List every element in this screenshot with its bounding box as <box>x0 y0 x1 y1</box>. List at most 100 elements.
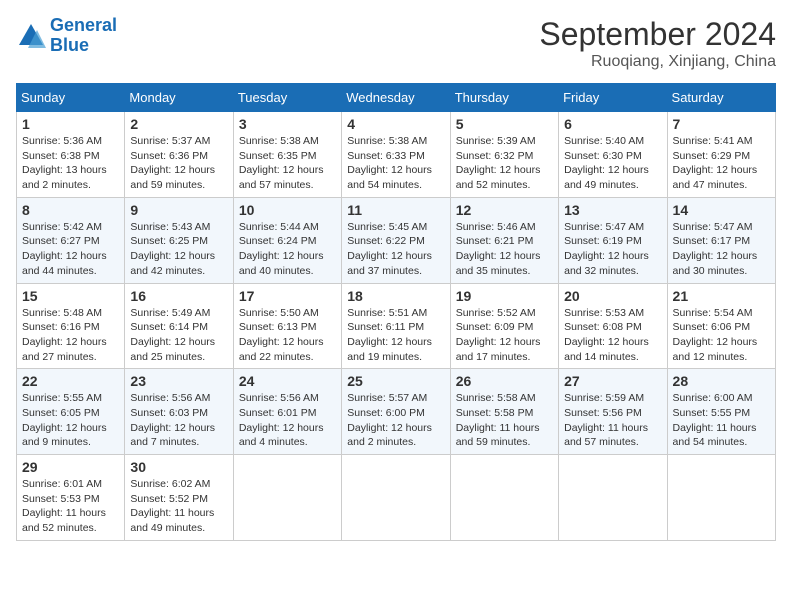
day-info: Sunrise: 5:39 AMSunset: 6:32 PMDaylight:… <box>456 134 553 193</box>
calendar-cell <box>559 455 667 541</box>
day-info: Sunrise: 5:44 AMSunset: 6:24 PMDaylight:… <box>239 220 336 279</box>
calendar-cell: 21 Sunrise: 5:54 AMSunset: 6:06 PMDayligh… <box>667 283 775 369</box>
location-subtitle: Ruoqiang, Xinjiang, China <box>539 53 776 71</box>
day-number: 18 <box>347 288 444 304</box>
day-number: 12 <box>456 202 553 218</box>
day-number: 30 <box>130 459 227 475</box>
day-info: Sunrise: 5:49 AMSunset: 6:14 PMDaylight:… <box>130 306 227 365</box>
logo-line2: Blue <box>50 35 89 55</box>
calendar-cell <box>450 455 558 541</box>
day-number: 23 <box>130 373 227 389</box>
day-info: Sunrise: 5:54 AMSunset: 6:06 PMDaylight:… <box>673 306 770 365</box>
day-number: 16 <box>130 288 227 304</box>
day-number: 29 <box>22 459 119 475</box>
day-number: 14 <box>673 202 770 218</box>
day-info: Sunrise: 5:51 AMSunset: 6:11 PMDaylight:… <box>347 306 444 365</box>
calendar-cell: 4 Sunrise: 5:38 AMSunset: 6:33 PMDaylight… <box>342 112 450 198</box>
day-number: 15 <box>22 288 119 304</box>
calendar-cell: 28Sunrise: 6:00 AMSunset: 5:55 PMDayligh… <box>667 369 775 455</box>
day-info: Sunrise: 5:38 AMSunset: 6:33 PMDaylight:… <box>347 134 444 193</box>
day-number: 28 <box>673 373 770 389</box>
calendar-cell: 7Sunrise: 5:41 AMSunset: 6:29 PMDaylight… <box>667 112 775 198</box>
calendar-cell: 17Sunrise: 5:50 AMSunset: 6:13 PMDayligh… <box>233 283 341 369</box>
calendar-cell: 26 Sunrise: 5:58 AMSunset: 5:58 PMDayligh… <box>450 369 558 455</box>
day-number: 7 <box>673 116 770 132</box>
day-info: Sunrise: 5:42 AMSunset: 6:27 PMDaylight:… <box>22 220 119 279</box>
day-number: 13 <box>564 202 661 218</box>
calendar-header-saturday: Saturday <box>667 84 775 112</box>
calendar-cell: 14Sunrise: 5:47 AMSunset: 6:17 PMDayligh… <box>667 197 775 283</box>
calendar-header-monday: Monday <box>125 84 233 112</box>
day-number: 21 <box>673 288 770 304</box>
calendar-cell: 10 Sunrise: 5:44 AMSunset: 6:24 PMDayligh… <box>233 197 341 283</box>
calendar-cell: 25Sunrise: 5:57 AMSunset: 6:00 PMDayligh… <box>342 369 450 455</box>
day-number: 26 <box>456 373 553 389</box>
calendar-header-thursday: Thursday <box>450 84 558 112</box>
day-number: 3 <box>239 116 336 132</box>
calendar-cell: 1 Sunrise: 5:36 AMSunset: 6:38 PMDaylight… <box>17 112 125 198</box>
day-info: Sunrise: 5:37 AMSunset: 6:36 PMDaylight:… <box>130 134 227 193</box>
day-number: 9 <box>130 202 227 218</box>
day-info: Sunrise: 5:48 AMSunset: 6:16 PMDaylight:… <box>22 306 119 365</box>
day-info: Sunrise: 5:46 AMSunset: 6:21 PMDaylight:… <box>456 220 553 279</box>
calendar-cell: 15 Sunrise: 5:48 AMSunset: 6:16 PMDayligh… <box>17 283 125 369</box>
day-number: 5 <box>456 116 553 132</box>
month-title: September 2024 <box>539 16 776 53</box>
day-number: 1 <box>22 116 119 132</box>
day-info: Sunrise: 5:56 AMSunset: 6:03 PMDaylight:… <box>130 391 227 450</box>
day-number: 4 <box>347 116 444 132</box>
day-number: 22 <box>22 373 119 389</box>
calendar-cell: 11Sunrise: 5:45 AMSunset: 6:22 PMDayligh… <box>342 197 450 283</box>
calendar-week-row: 29 Sunrise: 6:01 AMSunset: 5:53 PMDayligh… <box>17 455 776 541</box>
calendar-week-row: 15 Sunrise: 5:48 AMSunset: 6:16 PMDayligh… <box>17 283 776 369</box>
day-info: Sunrise: 5:58 AMSunset: 5:58 PMDaylight:… <box>456 391 553 450</box>
header: General Blue September 2024 Ruoqiang, Xi… <box>16 16 776 71</box>
calendar-header-row: SundayMondayTuesdayWednesdayThursdayFrid… <box>17 84 776 112</box>
calendar-cell: 9 Sunrise: 5:43 AMSunset: 6:25 PMDaylight… <box>125 197 233 283</box>
logo-icon <box>16 21 46 51</box>
calendar-cell: 22Sunrise: 5:55 AMSunset: 6:05 PMDayligh… <box>17 369 125 455</box>
calendar-week-row: 8 Sunrise: 5:42 AMSunset: 6:27 PMDaylight… <box>17 197 776 283</box>
calendar-cell: 20 Sunrise: 5:53 AMSunset: 6:08 PMDayligh… <box>559 283 667 369</box>
day-number: 20 <box>564 288 661 304</box>
day-info: Sunrise: 5:40 AMSunset: 6:30 PMDaylight:… <box>564 134 661 193</box>
calendar-header-wednesday: Wednesday <box>342 84 450 112</box>
day-info: Sunrise: 6:02 AMSunset: 5:52 PMDaylight:… <box>130 477 227 536</box>
logo: General Blue <box>16 16 117 56</box>
calendar-cell: 18 Sunrise: 5:51 AMSunset: 6:11 PMDayligh… <box>342 283 450 369</box>
day-number: 10 <box>239 202 336 218</box>
calendar-cell: 19 Sunrise: 5:52 AMSunset: 6:09 PMDayligh… <box>450 283 558 369</box>
calendar-cell <box>667 455 775 541</box>
calendar-cell: 29 Sunrise: 6:01 AMSunset: 5:53 PMDayligh… <box>17 455 125 541</box>
day-info: Sunrise: 5:52 AMSunset: 6:09 PMDaylight:… <box>456 306 553 365</box>
day-info: Sunrise: 5:45 AMSunset: 6:22 PMDaylight:… <box>347 220 444 279</box>
calendar-cell <box>233 455 341 541</box>
calendar-week-row: 1 Sunrise: 5:36 AMSunset: 6:38 PMDaylight… <box>17 112 776 198</box>
day-number: 24 <box>239 373 336 389</box>
calendar: SundayMondayTuesdayWednesdayThursdayFrid… <box>16 83 776 541</box>
calendar-cell: 12 Sunrise: 5:46 AMSunset: 6:21 PMDayligh… <box>450 197 558 283</box>
calendar-header-friday: Friday <box>559 84 667 112</box>
day-info: Sunrise: 5:36 AMSunset: 6:38 PMDaylight:… <box>22 134 119 193</box>
calendar-cell: 16 Sunrise: 5:49 AMSunset: 6:14 PMDayligh… <box>125 283 233 369</box>
calendar-header-tuesday: Tuesday <box>233 84 341 112</box>
day-info: Sunrise: 5:38 AMSunset: 6:35 PMDaylight:… <box>239 134 336 193</box>
day-number: 6 <box>564 116 661 132</box>
day-info: Sunrise: 5:50 AMSunset: 6:13 PMDaylight:… <box>239 306 336 365</box>
calendar-cell: 30 Sunrise: 6:02 AMSunset: 5:52 PMDayligh… <box>125 455 233 541</box>
day-info: Sunrise: 5:53 AMSunset: 6:08 PMDaylight:… <box>564 306 661 365</box>
logo-text: General Blue <box>50 16 117 56</box>
day-number: 8 <box>22 202 119 218</box>
calendar-cell: 2Sunrise: 5:37 AMSunset: 6:36 PMDaylight… <box>125 112 233 198</box>
calendar-cell: 8 Sunrise: 5:42 AMSunset: 6:27 PMDaylight… <box>17 197 125 283</box>
day-info: Sunrise: 5:43 AMSunset: 6:25 PMDaylight:… <box>130 220 227 279</box>
day-info: Sunrise: 5:56 AMSunset: 6:01 PMDaylight:… <box>239 391 336 450</box>
calendar-week-row: 22Sunrise: 5:55 AMSunset: 6:05 PMDayligh… <box>17 369 776 455</box>
day-info: Sunrise: 5:47 AMSunset: 6:19 PMDaylight:… <box>564 220 661 279</box>
day-info: Sunrise: 6:01 AMSunset: 5:53 PMDaylight:… <box>22 477 119 536</box>
calendar-cell: 27Sunrise: 5:59 AMSunset: 5:56 PMDayligh… <box>559 369 667 455</box>
day-number: 19 <box>456 288 553 304</box>
calendar-cell: 13 Sunrise: 5:47 AMSunset: 6:19 PMDayligh… <box>559 197 667 283</box>
calendar-cell <box>342 455 450 541</box>
day-number: 27 <box>564 373 661 389</box>
